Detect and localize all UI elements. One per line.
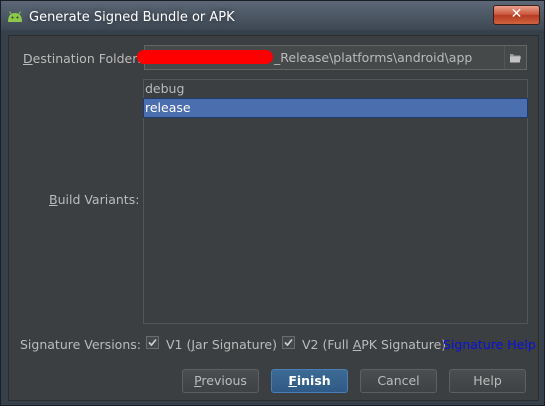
signature-versions-label: Signature Versions: [20,337,141,352]
v2-signature-option[interactable]: V2 (Full APK Signature) [282,335,446,353]
previous-button[interactable]: Previous [182,369,259,393]
redaction-mark [137,50,273,64]
finish-button[interactable]: Finish [271,369,348,393]
close-icon: ✕ [510,6,523,22]
signature-help-link[interactable]: Signature Help [443,337,536,352]
close-button[interactable]: ✕ [493,5,540,25]
android-icon [8,11,22,22]
checkmark-icon [148,338,157,347]
build-variants-list[interactable]: debug release [143,79,528,324]
build-variants-label: Build Variants: [49,192,140,207]
v2-signature-checkbox[interactable] [282,336,295,349]
destination-folder-label: Destination Folder: [23,51,142,66]
folder-icon[interactable] [504,46,526,69]
help-button[interactable]: Help [449,369,526,393]
list-item-release[interactable]: release [143,98,528,118]
v1-signature-checkbox[interactable] [146,336,159,349]
v1-signature-option[interactable]: V1 (Jar Signature) [146,335,277,353]
checkmark-icon [284,338,293,347]
v2-signature-label: V2 (Full APK Signature) [302,337,447,352]
dialog-content: Destination Folder: _Release\platforms\a… [8,35,539,401]
v1-signature-label: V1 (Jar Signature) [166,337,277,352]
dialog-window: Generate Signed Bundle or APK ✕ Destinat… [0,0,545,406]
destination-folder-value: _Release\platforms\android\app [274,50,473,65]
window-title: Generate Signed Bundle or APK [29,10,235,25]
title-bar[interactable]: Generate Signed Bundle or APK ✕ [1,1,544,35]
cancel-button[interactable]: Cancel [360,369,437,393]
list-item-debug[interactable]: debug [144,80,527,98]
destination-folder-field[interactable]: _Release\platforms\android\app [137,45,527,70]
